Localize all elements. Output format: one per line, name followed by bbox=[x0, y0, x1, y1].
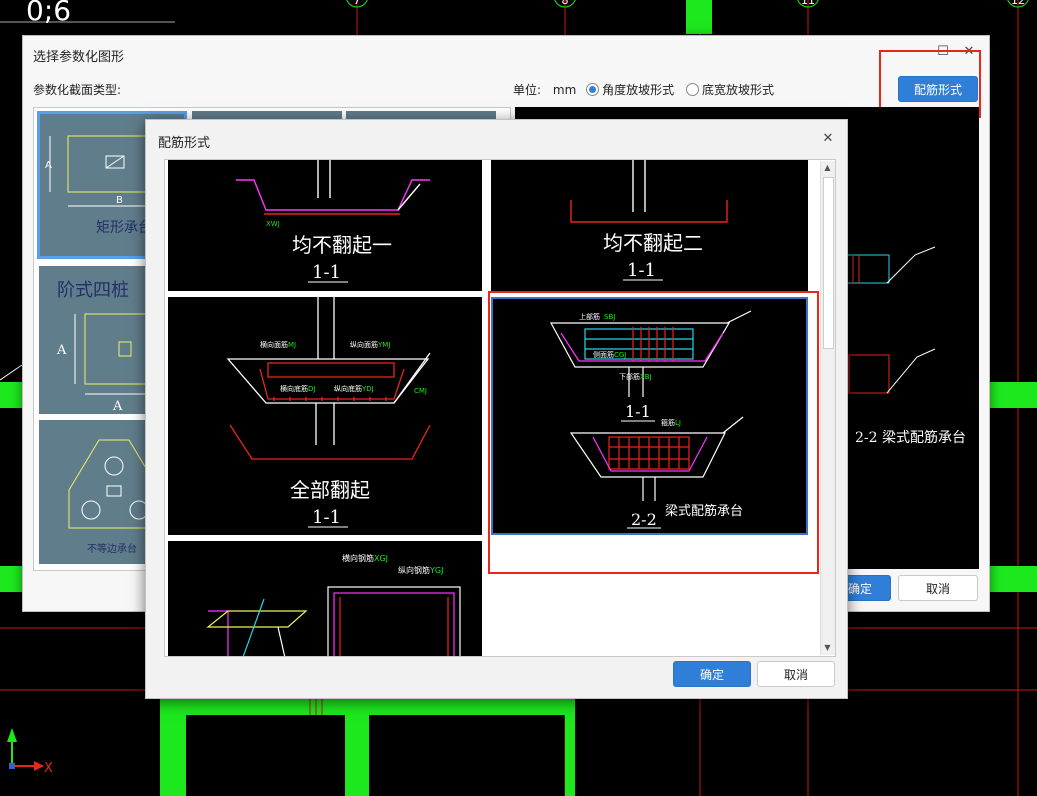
axis-number: 12 bbox=[1011, 0, 1025, 7]
rebar-cancel-button[interactable]: 取消 bbox=[757, 661, 835, 687]
axis-number: 8 bbox=[562, 0, 569, 7]
svg-text:纵向底筋YDJ: 纵向底筋YDJ bbox=[334, 384, 374, 393]
axis-number: 7 bbox=[354, 0, 361, 7]
svg-text:横向底筋DJ: 横向底筋DJ bbox=[280, 384, 315, 393]
tile-no-bend-1[interactable]: XWJ 均不翻起一 1-1 bbox=[168, 160, 482, 291]
rebar-form-dialog: 配筋形式 ✕ XWJ 均不翻起一 1-1 均不翻起二 1-1 横向面筋MJ 纵向… bbox=[145, 119, 848, 699]
radio-checked-icon[interactable] bbox=[586, 83, 600, 96]
cad-top-text: 0;6 bbox=[26, 0, 71, 27]
svg-text:XWJ: XWJ bbox=[266, 220, 280, 228]
svg-text:全部翻起: 全部翻起 bbox=[290, 478, 370, 502]
svg-text:纵向面筋YMJ: 纵向面筋YMJ bbox=[350, 340, 390, 349]
section-type-label: 参数化截面类型: bbox=[33, 83, 122, 97]
tile-no-bend-2[interactable]: 均不翻起二 1-1 bbox=[491, 160, 808, 291]
close-icon[interactable]: ✕ bbox=[820, 131, 836, 147]
svg-text:横向面筋MJ: 横向面筋MJ bbox=[260, 340, 296, 349]
axis-number: 11 bbox=[801, 0, 815, 7]
svg-text:A: A bbox=[112, 399, 123, 414]
svg-text:均不翻起一: 均不翻起一 bbox=[292, 233, 392, 257]
radio-angle-slope[interactable]: 角度放坡形式 bbox=[586, 83, 674, 97]
rebar-form-button[interactable]: 配筋形式 bbox=[898, 76, 978, 102]
svg-text:1-1: 1-1 bbox=[312, 507, 341, 528]
svg-text:阶式四桩: 阶式四桩 bbox=[57, 280, 129, 301]
vertical-scrollbar[interactable]: ▲ ▼ bbox=[820, 161, 835, 655]
svg-text:2-2 梁式配筋承台: 2-2 梁式配筋承台 bbox=[855, 429, 966, 446]
scroll-up-icon[interactable]: ▲ bbox=[821, 161, 834, 174]
svg-text:1-1: 1-1 bbox=[312, 262, 341, 283]
svg-text:A: A bbox=[45, 160, 52, 171]
tile-rebar-box[interactable]: 横向钢筋XGJ 纵向钢筋YGJ bbox=[168, 541, 482, 656]
rebar-dialog-title: 配筋形式 bbox=[158, 136, 211, 151]
svg-text:不等边承台: 不等边承台 bbox=[87, 542, 137, 555]
svg-text:矩形承台: 矩形承台 bbox=[96, 220, 152, 236]
unit-value: mm bbox=[552, 83, 577, 97]
unit-row: 单位: mm 角度放坡形式 底宽放坡形式 bbox=[513, 81, 774, 98]
svg-text:1-1: 1-1 bbox=[627, 260, 656, 281]
svg-text:横向钢筋XGJ: 横向钢筋XGJ bbox=[342, 553, 388, 563]
rebar-confirm-button[interactable]: 确定 bbox=[673, 661, 751, 687]
svg-text:均不翻起二: 均不翻起二 bbox=[603, 231, 703, 255]
radio-unchecked-icon[interactable] bbox=[685, 83, 699, 96]
tile-all-bend[interactable]: 横向面筋MJ 纵向面筋YMJ 横向底筋DJ 纵向底筋YDJ CMJ 全部翻起 1… bbox=[168, 297, 482, 535]
dialog-title: 选择参数化图形 bbox=[33, 50, 125, 65]
radio-bottom-width-slope[interactable]: 底宽放坡形式 bbox=[685, 83, 774, 97]
highlight-box bbox=[488, 291, 819, 574]
ucs-icon: X bbox=[7, 728, 53, 776]
main-cancel-button[interactable]: 取消 bbox=[898, 575, 978, 601]
scroll-down-icon[interactable]: ▼ bbox=[821, 641, 834, 654]
svg-text:B: B bbox=[116, 195, 123, 206]
svg-text:CMJ: CMJ bbox=[414, 387, 427, 395]
svg-text:纵向钢筋YGJ: 纵向钢筋YGJ bbox=[398, 565, 443, 575]
scrollbar-thumb[interactable] bbox=[823, 177, 834, 349]
svg-text:A: A bbox=[56, 343, 67, 358]
svg-text:X: X bbox=[44, 761, 53, 776]
unit-label: 单位: bbox=[513, 83, 542, 97]
